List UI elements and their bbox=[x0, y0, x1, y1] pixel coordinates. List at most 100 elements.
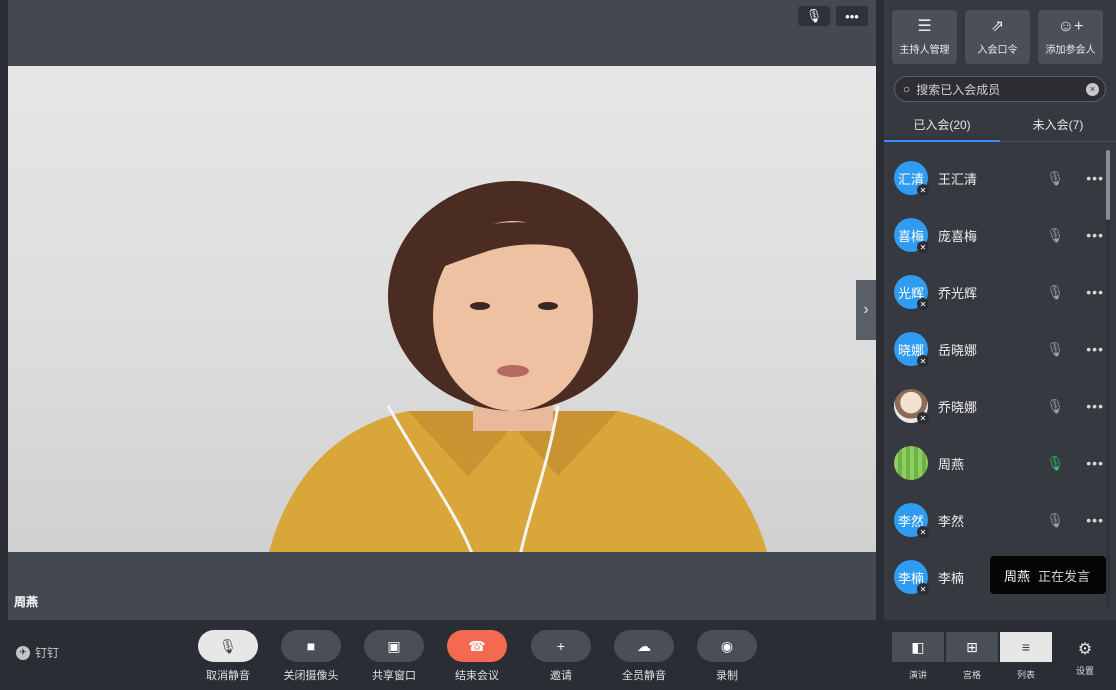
invite-button[interactable]: + 邀请 bbox=[526, 630, 596, 683]
participant-name: 庞喜梅 bbox=[938, 228, 978, 244]
participant-more-icon[interactable]: ••• bbox=[1086, 455, 1104, 471]
microphone-muted-icon[interactable]: 🎙 bbox=[1046, 511, 1064, 529]
list-layout-icon: ≡ bbox=[1000, 632, 1052, 662]
microphone-muted-icon[interactable]: 🎙 bbox=[1046, 397, 1064, 415]
record-button[interactable]: ◉ 录制 bbox=[692, 630, 762, 683]
invite-user-icon: + bbox=[531, 630, 591, 662]
muted-badge-icon: ✕ bbox=[917, 298, 929, 310]
layout-switcher: ◧ 演讲 ⊞ 宫格 ≡ 列表 bbox=[892, 632, 1052, 681]
participant-row[interactable]: 喜梅 ✕ 庞喜梅 🎙 ••• bbox=[894, 215, 1104, 255]
gear-icon: ⚙ bbox=[1077, 641, 1093, 658]
add-participant-label: 添加参会人 bbox=[1045, 44, 1096, 56]
unmute-label: 取消静音 bbox=[206, 670, 250, 682]
microphone-muted-icon[interactable]: 🎙 bbox=[1046, 169, 1064, 187]
mute-all-label: 全员静音 bbox=[622, 670, 666, 682]
participant-name: 乔晓娜 bbox=[938, 399, 978, 415]
meeting-passcode-button[interactable]: ⇗ 入会口令 bbox=[965, 10, 1030, 64]
participant-row[interactable]: 周燕 🎙 ••• bbox=[894, 443, 1104, 483]
speaker-layout-icon: ◧ bbox=[892, 632, 944, 662]
camera-off-button[interactable]: ■ 关闭摄像头 bbox=[276, 630, 346, 683]
stage-top-controls: 🎙 ••• bbox=[798, 6, 868, 26]
chevron-right-icon: › bbox=[863, 301, 869, 318]
unmute-button[interactable]: 🎙 取消静音 bbox=[193, 630, 263, 683]
muted-badge-icon: ✕ bbox=[917, 241, 929, 253]
participant-more-icon[interactable]: ••• bbox=[1086, 341, 1104, 357]
participant-name: 周燕 bbox=[938, 456, 965, 472]
meeting-control-bar: ✈ 钉钉 🎙 取消静音 ■ 关闭摄像头 ▣ 共享窗口 ☎ 结束会议 + 邀请 ☁… bbox=[0, 620, 1116, 690]
grid-layout-icon: ⊞ bbox=[946, 632, 998, 662]
avatar-photo: ✕ bbox=[894, 389, 929, 424]
microphone-icon: 🎙 bbox=[805, 8, 823, 23]
microphone-active-icon[interactable]: 🎙 bbox=[1046, 454, 1064, 472]
muted-badge-icon: ✕ bbox=[917, 583, 929, 595]
end-meeting-label: 结束会议 bbox=[455, 670, 499, 682]
avatar-photo bbox=[894, 446, 928, 480]
participant-name: 岳晓娜 bbox=[938, 342, 978, 358]
participant-more-icon[interactable]: ••• bbox=[1086, 170, 1104, 186]
speaker-video-image bbox=[269, 181, 767, 552]
muted-badge-icon: ✕ bbox=[917, 412, 929, 424]
avatar: 李楠 ✕ bbox=[894, 560, 929, 595]
participant-row[interactable]: 光辉 ✕ 乔光辉 🎙 ••• bbox=[894, 272, 1104, 312]
participant-tabs: 已入会(20) 未入会(7) bbox=[884, 108, 1116, 142]
hang-up-icon: ☎ bbox=[447, 630, 507, 662]
video-stage: 🎙 ••• 周燕 bbox=[8, 0, 876, 620]
member-search-input[interactable]: ○ 搜索已入会成员 × bbox=[894, 76, 1106, 102]
participant-more-icon[interactable]: ••• bbox=[1086, 512, 1104, 528]
avatar: 晓娜 ✕ bbox=[894, 332, 929, 367]
tab-not-joined[interactable]: 未入会(7) bbox=[1000, 108, 1116, 141]
brand-name: 钉钉 bbox=[35, 646, 60, 660]
microphone-muted-icon[interactable]: 🎙 bbox=[1046, 226, 1064, 244]
meeting-passcode-label: 入会口令 bbox=[977, 44, 1018, 56]
share-window-label: 共享窗口 bbox=[372, 670, 416, 682]
add-participant-button[interactable]: ☺+ 添加参会人 bbox=[1038, 10, 1103, 64]
participant-row[interactable]: ✕ 乔晓娜 🎙 ••• bbox=[894, 386, 1104, 426]
avatar: 喜梅 ✕ bbox=[894, 218, 929, 253]
speaking-status: 正在发言 bbox=[1038, 568, 1091, 584]
host-management-button[interactable]: ☰ 主持人管理 bbox=[892, 10, 957, 64]
layout-speaker-label: 演讲 bbox=[908, 670, 927, 680]
participant-row[interactable]: 汇清 ✕ 王汇清 🎙 ••• bbox=[894, 158, 1104, 198]
participant-more-icon[interactable]: ••• bbox=[1086, 227, 1104, 243]
layout-list-label: 列表 bbox=[1016, 670, 1035, 680]
stage-mic-button[interactable]: 🎙 bbox=[798, 6, 830, 26]
participant-name: 李然 bbox=[938, 513, 965, 529]
host-management-label: 主持人管理 bbox=[899, 44, 950, 56]
add-user-icon: ☺+ bbox=[1057, 17, 1084, 35]
settings-label: 设置 bbox=[1075, 666, 1094, 676]
participant-more-icon[interactable]: ••• bbox=[1086, 398, 1104, 414]
sliders-icon: ☰ bbox=[917, 17, 932, 35]
muted-badge-icon: ✕ bbox=[917, 355, 929, 367]
share-window-button[interactable]: ▣ 共享窗口 bbox=[359, 630, 429, 683]
share-link-icon: ⇗ bbox=[990, 17, 1005, 35]
avatar: 汇清 ✕ bbox=[894, 161, 929, 196]
microphone-muted-icon[interactable]: 🎙 bbox=[1046, 340, 1064, 358]
stage-more-button[interactable]: ••• bbox=[836, 6, 868, 26]
participant-name: 王汇清 bbox=[938, 171, 978, 187]
muted-badge-icon: ✕ bbox=[917, 184, 929, 196]
participant-name: 乔光辉 bbox=[938, 285, 978, 301]
settings-button[interactable]: ⚙ 设置 bbox=[1070, 642, 1100, 677]
record-icon: ◉ bbox=[697, 630, 757, 662]
speaking-person-name: 周燕 bbox=[1004, 568, 1031, 584]
avatar: 李然 ✕ bbox=[894, 503, 929, 538]
collapse-sidebar-handle[interactable]: › bbox=[856, 280, 876, 340]
brand: ✈ 钉钉 bbox=[16, 644, 59, 661]
participant-row[interactable]: 晓娜 ✕ 岳晓娜 🎙 ••• bbox=[894, 329, 1104, 369]
more-icon: ••• bbox=[845, 8, 859, 24]
invite-label: 邀请 bbox=[550, 670, 572, 682]
layout-speaker-button[interactable]: ◧ 演讲 bbox=[892, 632, 944, 681]
end-meeting-button[interactable]: ☎ 结束会议 bbox=[442, 630, 512, 683]
participant-more-icon[interactable]: ••• bbox=[1086, 284, 1104, 300]
layout-list-button[interactable]: ≡ 列表 bbox=[1000, 632, 1052, 681]
search-icon: ○ bbox=[903, 82, 911, 96]
tab-joined[interactable]: 已入会(20) bbox=[884, 108, 1000, 142]
clear-search-icon[interactable]: × bbox=[1086, 82, 1099, 96]
search-placeholder: 搜索已入会成员 bbox=[916, 82, 1001, 97]
participant-row[interactable]: 李然 ✕ 李然 🎙 ••• bbox=[894, 500, 1104, 540]
microphone-muted-icon[interactable]: 🎙 bbox=[1046, 283, 1064, 301]
record-label: 录制 bbox=[716, 670, 738, 682]
participant-list: 汇清 ✕ 王汇清 🎙 ••• 喜梅 ✕ 庞喜梅 🎙 ••• 光辉 ✕ 乔光辉 🎙 ••… bbox=[884, 150, 1116, 610]
layout-grid-button[interactable]: ⊞ 宫格 bbox=[946, 632, 998, 681]
mute-all-button[interactable]: ☁ 全员静音 bbox=[609, 630, 679, 683]
